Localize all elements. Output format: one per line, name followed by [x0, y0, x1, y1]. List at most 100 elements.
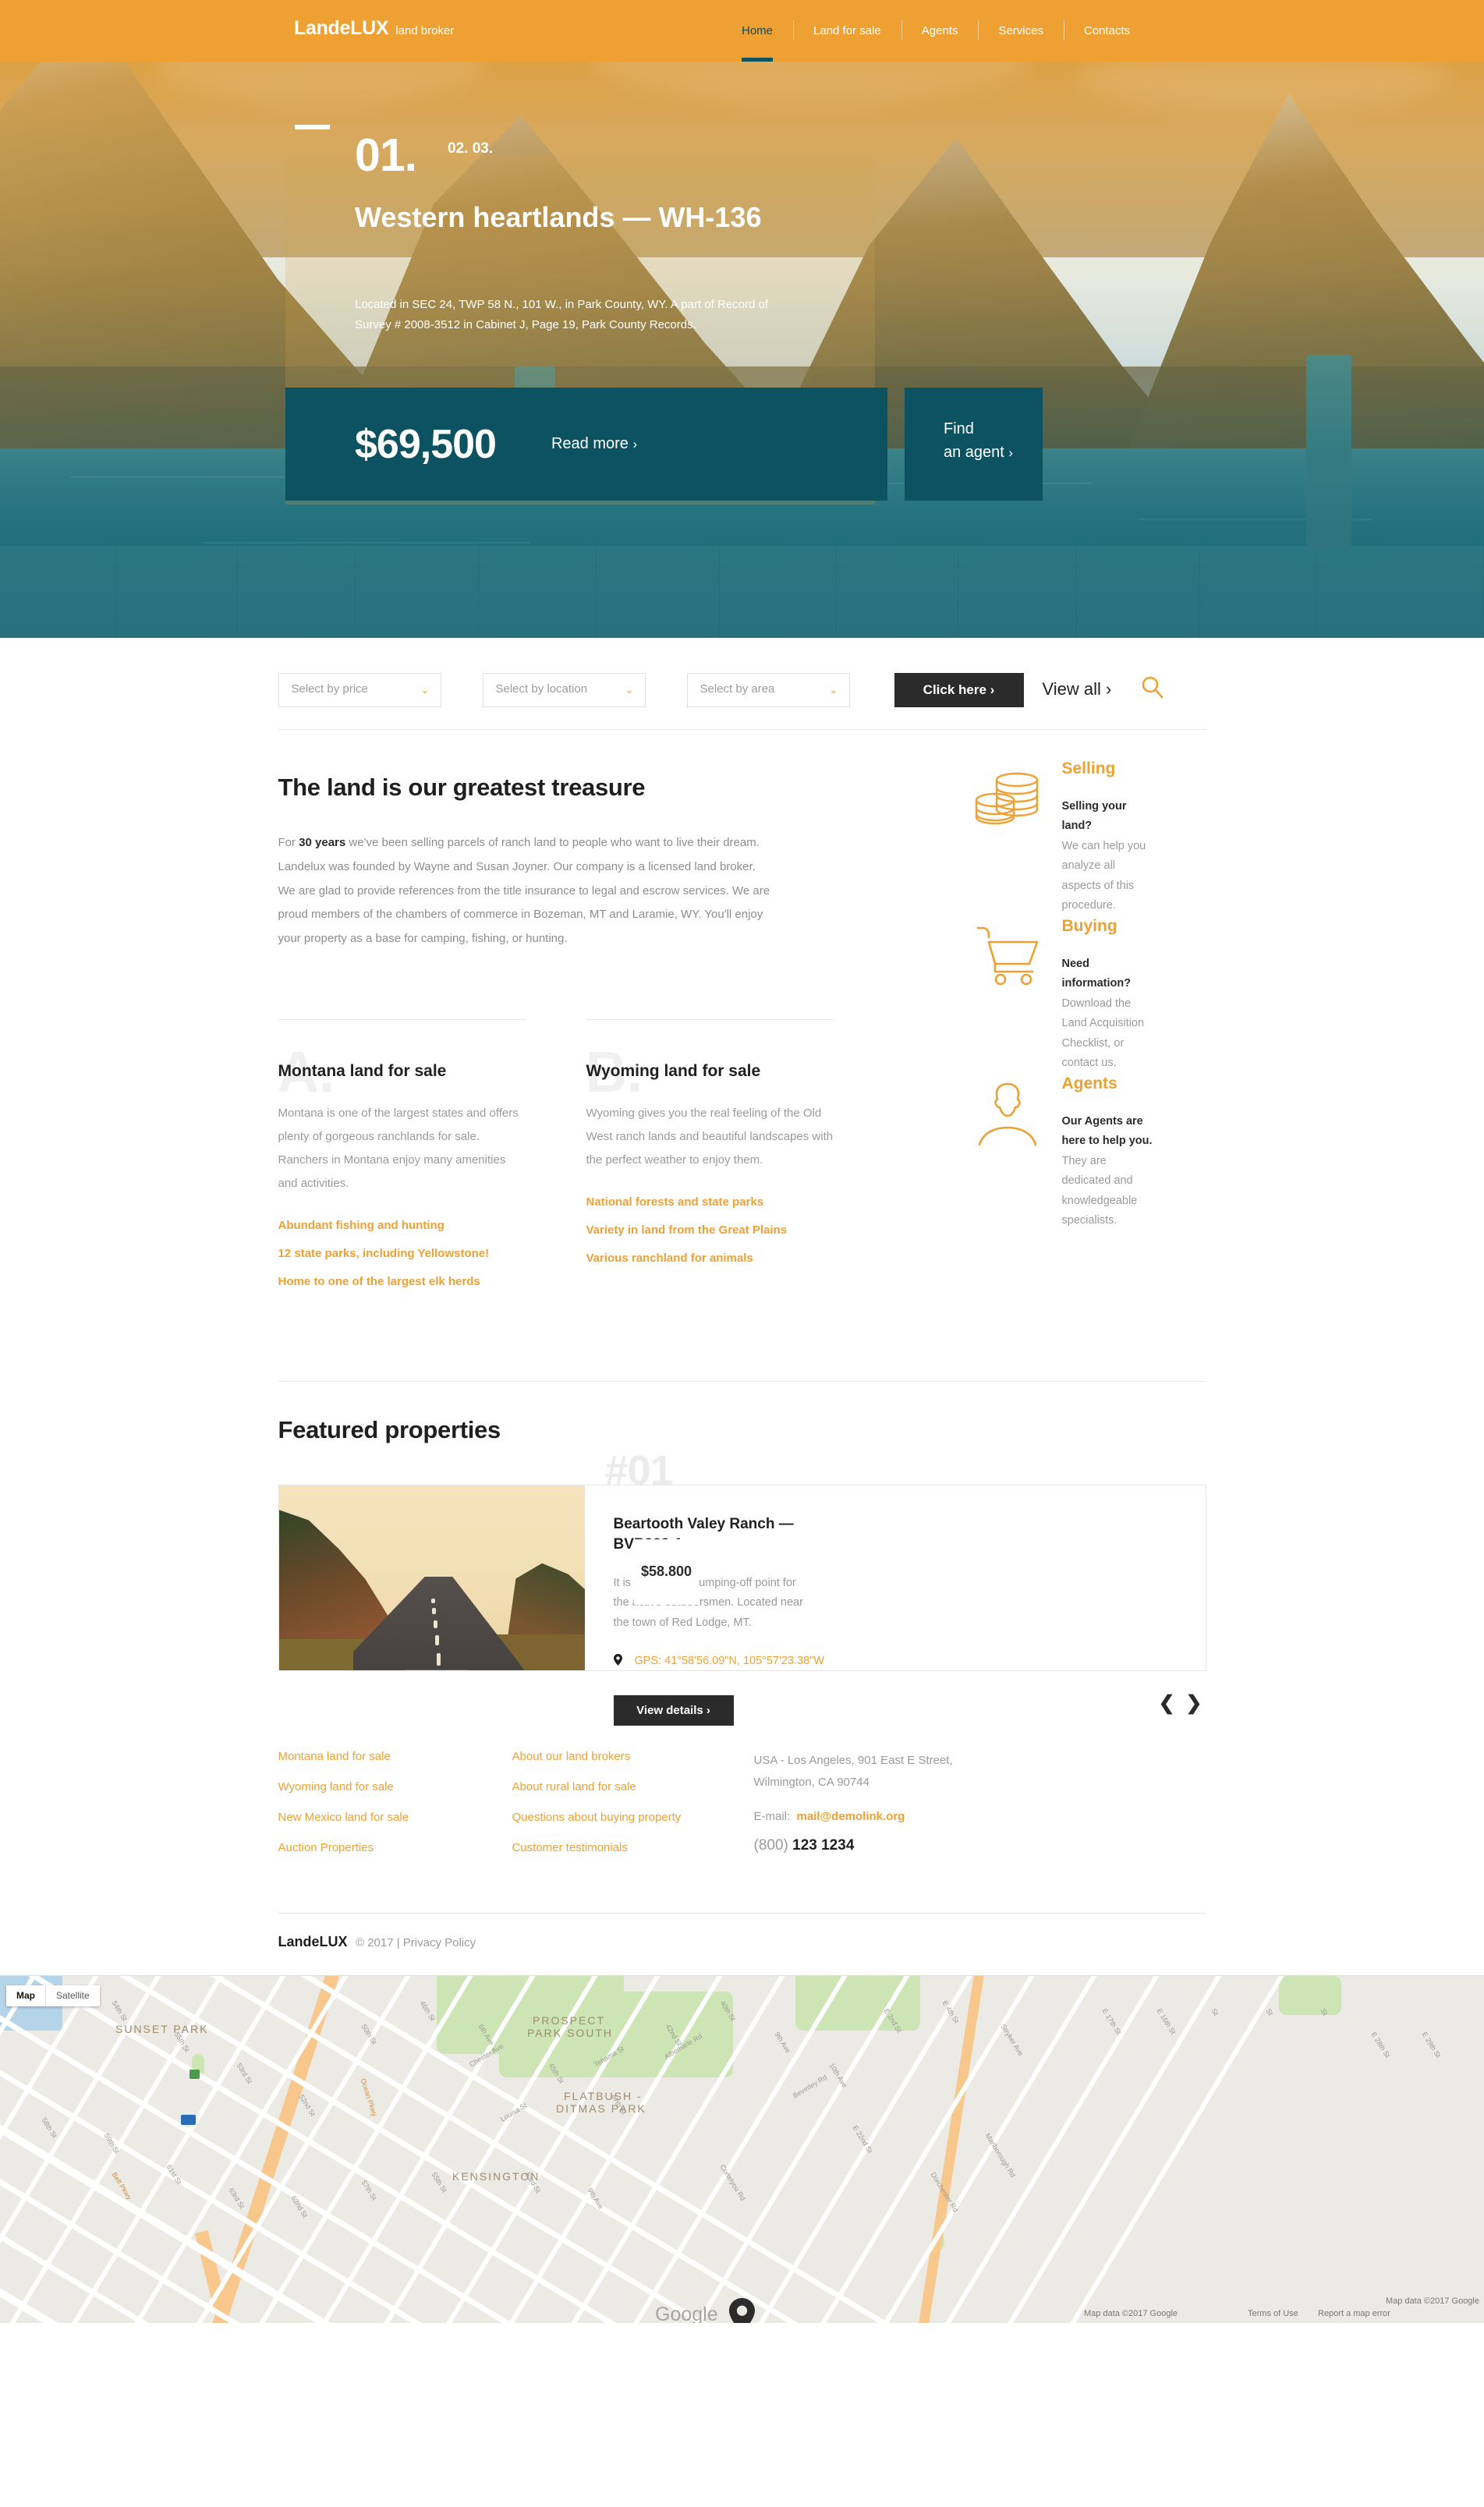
featured-price-tag: $58.800 [633, 1539, 699, 1605]
select-by-price-label: Select by price [291, 682, 368, 696]
nav-item-services[interactable]: Services [978, 0, 1064, 62]
nav-item-contacts[interactable]: Contacts [1063, 0, 1150, 62]
page-root: LandeLUX land broker Home Land for sale … [0, 0, 1484, 2323]
footer-link[interactable]: Wyoming land for sale [278, 1780, 512, 1793]
footer-link[interactable]: About our land brokers [512, 1750, 754, 1763]
select-by-price[interactable]: Select by price ⌄ [278, 673, 441, 707]
footer-phone: (800) 123 1234 [754, 1837, 988, 1854]
service-lead-selling: Selling your land? [1061, 800, 1127, 833]
column-link[interactable]: Abundant fishing and hunting [278, 1219, 526, 1232]
about-paragraph: For 30 years we've been selling parcels … [278, 831, 774, 951]
featured-heading: Featured properties [278, 1415, 501, 1443]
footer-link[interactable]: New Mexico land for sale [278, 1811, 512, 1824]
find-agent-line1: Find [944, 420, 974, 437]
column-link[interactable]: Home to one of the largest elk herds [278, 1275, 526, 1288]
search-icon[interactable] [1141, 675, 1164, 703]
view-all-link[interactable]: View all › [1043, 679, 1112, 699]
hero-slide-number-current: 01. [355, 129, 417, 181]
service-body-selling: Selling your land? We can help you analy… [1062, 797, 1156, 915]
column-link[interactable]: Various ranchland for animals [586, 1252, 834, 1265]
read-more-button[interactable]: Read more › [551, 435, 637, 453]
service-text-selling: We can help you analyze all aspects of t… [1061, 839, 1146, 912]
logo-sub-text: land broker [395, 24, 455, 37]
carousel-prev-arrow[interactable]: ❮ [1159, 1693, 1175, 1713]
footer-link[interactable]: Montana land for sale [278, 1750, 512, 1763]
column-links-montana: Abundant fishing and hunting 12 state pa… [278, 1219, 526, 1288]
map-attribution-right: Map data ©2017 Google [1385, 2296, 1479, 2306]
carousel-next-arrow[interactable]: ❯ [1186, 1693, 1202, 1713]
about-section: The land is our greatest treasure For 30… [278, 730, 1206, 1227]
states-columns: A. Montana land for sale Montana is one … [278, 1018, 1206, 1303]
logo[interactable]: LandeLUX land broker [294, 17, 454, 40]
column-body-wyoming: Wyoming gives you the real feeling of th… [586, 1106, 834, 1167]
about-lead: For [278, 836, 299, 849]
nav-item-agents[interactable]: Agents [901, 0, 979, 62]
footer-email-label: E-mail: [753, 1810, 791, 1824]
find-agent-button[interactable]: Find an agent › [905, 388, 1043, 501]
nav-item-home[interactable]: Home [721, 0, 793, 62]
column-link[interactable]: National forests and state parks [586, 1195, 834, 1209]
footer-link[interactable]: Questions about buying property [512, 1811, 754, 1824]
map-terms-link[interactable]: Terms of Use [1248, 2309, 1298, 2318]
featured-gps-text: GPS: 41°58'56.09"N, 105°57'23.38"W [634, 1655, 824, 1668]
map-type-switch[interactable]: Map Satellite [6, 1985, 100, 2006]
about-body: we've been selling parcels of ranch land… [278, 836, 770, 945]
read-more-label: Read more [551, 435, 629, 452]
hero-section: LandeLUX land broker Home Land for sale … [0, 0, 1484, 638]
footer-column-1: Montana land for sale Wyoming land for s… [278, 1750, 512, 1871]
location-pin-icon [613, 1654, 622, 1672]
footer-link[interactable]: Auction Properties [278, 1841, 512, 1854]
map-type-satellite[interactable]: Satellite [46, 1985, 100, 2006]
featured-property-gps: GPS: 41°58'56.09"N, 105°57'23.38"W [613, 1652, 1206, 1672]
service-item-selling: Selling Selling your land? We can help y… [969, 760, 1206, 917]
location-map[interactable]: SUNSET PARK PROSPECT PARK SOUTH FLATBUSH… [0, 1974, 1484, 2323]
chevron-down-icon: ⌄ [625, 684, 634, 696]
chevron-right-icon: › [1008, 445, 1014, 460]
column-montana: A. Montana land for sale Montana is one … [278, 1018, 526, 1303]
search-filter-bar: Select by price ⌄ Select by location ⌄ S… [278, 638, 1206, 730]
select-by-location-label: Select by location [495, 682, 588, 696]
hero-dash-decoration [295, 125, 330, 129]
click-here-button[interactable]: Click here › [894, 673, 1024, 707]
copyright-text[interactable]: © 2017 | Privacy Policy [356, 1936, 476, 1949]
about-highlight: 30 years [299, 836, 346, 849]
service-title-selling: Selling [1061, 760, 1116, 777]
hero-price-band: $69,500 Read more › [285, 388, 887, 501]
footer-phone-number: 123 1234 [792, 1837, 855, 1854]
hero-slide-numbers-other[interactable]: 02. 03. [448, 140, 493, 158]
map-report-error-link[interactable]: Report a map error [1318, 2309, 1390, 2318]
footer-link[interactable]: Customer testimonials [512, 1841, 754, 1854]
shopping-cart-icon [969, 922, 1047, 993]
hero-description: Located in SEC 24, TWP 58 N., 101 W., in… [355, 298, 768, 332]
logo-main-text: LandeLUX [294, 17, 389, 39]
footer-address: USA - Los Angeles, 901 East E Street, Wi… [753, 1753, 953, 1789]
main-nav: Home Land for sale Agents Services Conta… [721, 0, 1150, 62]
hero-title: Western heartlands — WH-136 [355, 201, 762, 233]
view-details-button[interactable]: View details › [613, 1695, 734, 1726]
select-by-area[interactable]: Select by area ⌄ [686, 673, 850, 707]
map-watermark: Google [655, 2303, 718, 2323]
featured-property-image [278, 1485, 585, 1670]
map-type-map[interactable]: Map [6, 1985, 46, 2006]
select-by-area-label: Select by area [699, 682, 775, 696]
featured-ghost-number: #01 [604, 1446, 674, 1494]
hero-price: $69,500 [355, 421, 497, 467]
footer-column-contact: USA - Los Angeles, 901 East E Street, Wi… [754, 1750, 988, 1871]
select-by-location[interactable]: Select by location ⌄ [482, 673, 646, 707]
map-attribution-left: Map data ©2017 Google [1084, 2308, 1178, 2318]
column-links-wyoming: National forests and state parks Variety… [586, 1195, 834, 1265]
find-agent-line2: an agent [944, 444, 1004, 461]
footer-link[interactable]: About rural land for sale [512, 1780, 754, 1793]
map-location-pin-icon[interactable] [729, 2298, 755, 2323]
column-link[interactable]: 12 state parks, including Yellowstone! [278, 1247, 526, 1260]
chevron-down-icon: ⌄ [829, 684, 838, 696]
column-heading-montana: Montana land for sale [278, 1061, 447, 1080]
nav-item-land-for-sale[interactable]: Land for sale [793, 0, 901, 62]
copyright-bar: LandeLUX © 2017 | Privacy Policy [278, 1912, 1206, 1975]
service-lead-buying: Need information? [1061, 958, 1132, 990]
featured-carousel-nav: ❮ ❯ [278, 1693, 1206, 1713]
footer-email-link[interactable]: mail@demolink.org [797, 1810, 905, 1823]
column-body-montana: Montana is one of the largest states and… [278, 1106, 519, 1190]
column-wyoming: B. Wyoming land for sale Wyoming gives y… [586, 1018, 834, 1303]
column-link[interactable]: Variety in land from the Great Plains [586, 1223, 834, 1237]
